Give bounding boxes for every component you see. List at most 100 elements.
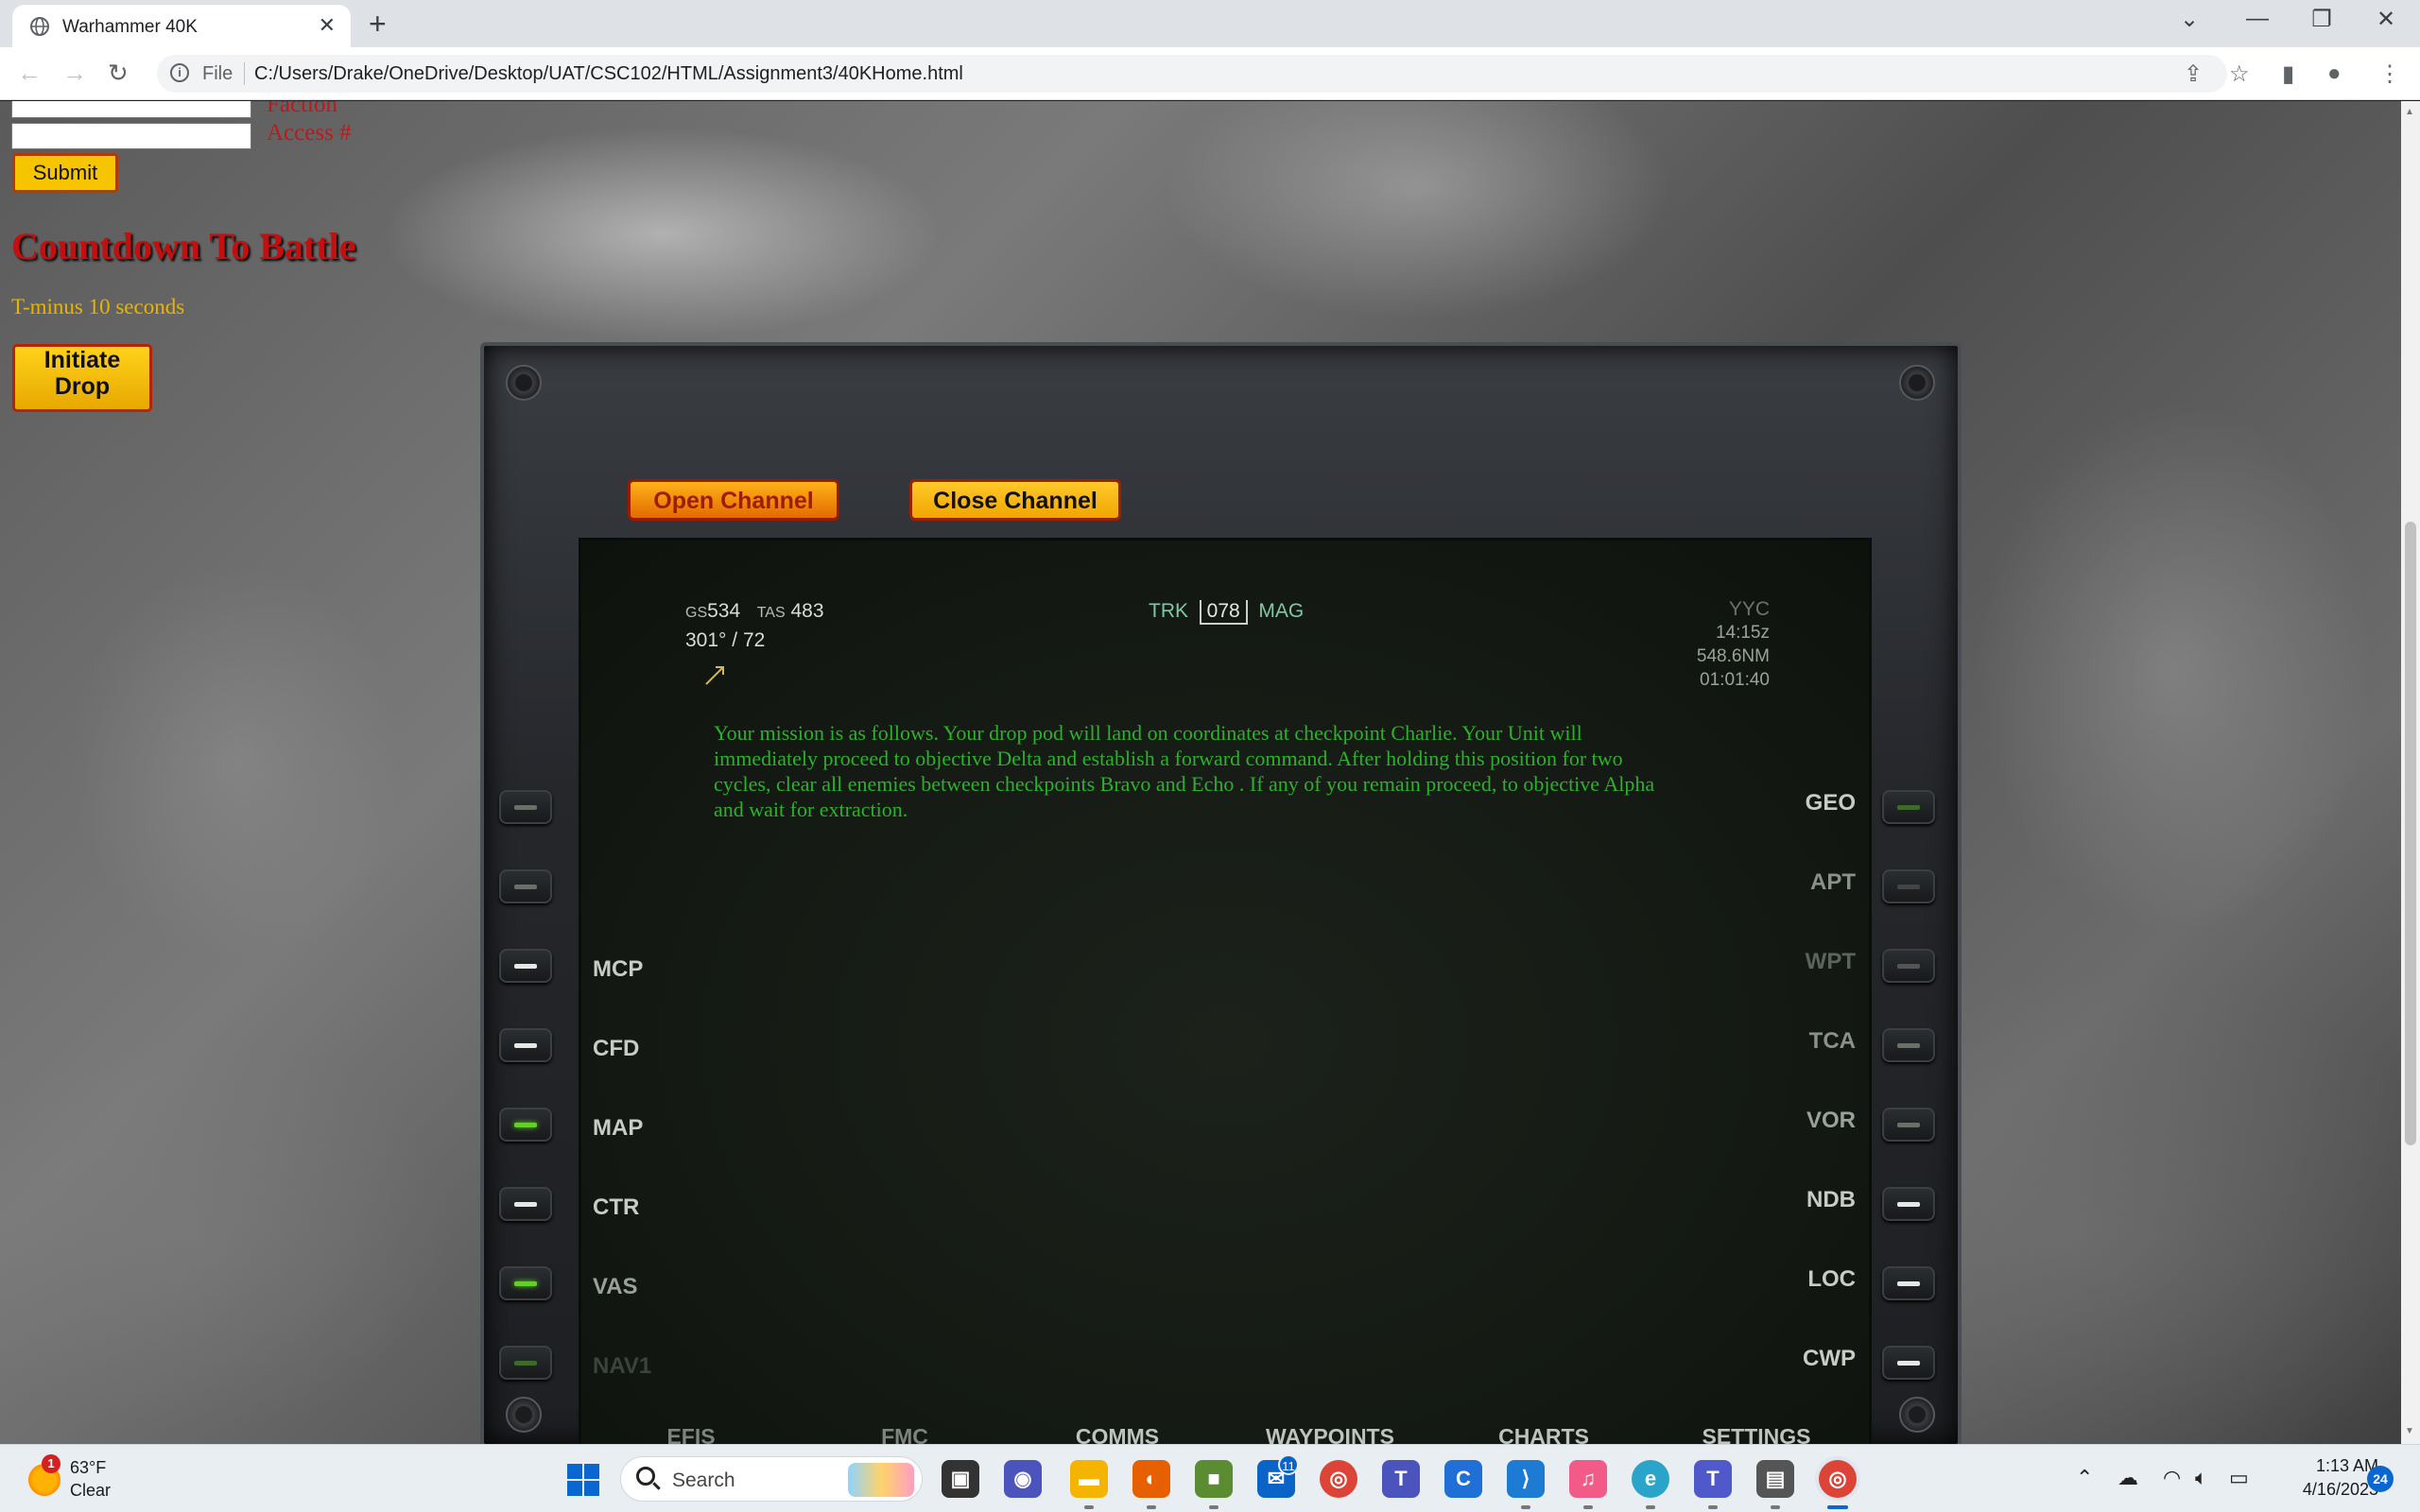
tab-waypoints[interactable]: WAYPOINTS — [1245, 1424, 1415, 1444]
weather-temp[interactable]: 63°F — [70, 1458, 106, 1478]
battery-icon[interactable]: ▭ — [2229, 1466, 2249, 1490]
running-indicator — [1646, 1505, 1655, 1509]
countdown-title: Countdown To Battle — [11, 225, 356, 267]
vertical-scrollbar[interactable]: ▲ ▼ — [2401, 101, 2420, 1444]
task-view-icon[interactable]: ▣ — [942, 1460, 979, 1498]
teams-classic-icon[interactable]: T — [1694, 1460, 1732, 1498]
distance: 548.6NM — [1696, 646, 1770, 666]
teams-icon[interactable]: T — [1382, 1460, 1420, 1498]
address-bar[interactable]: i File C:/Users/Drake/OneDrive/Desktop/U… — [157, 55, 2227, 93]
tab-title: Warhammer 40K — [62, 17, 198, 37]
cortana-icon[interactable]: C — [1444, 1460, 1482, 1498]
countdown-text: T-minus 10 seconds — [11, 295, 185, 318]
mcp-button[interactable] — [499, 949, 552, 983]
info-icon[interactable]: i — [170, 63, 189, 82]
loc-button[interactable] — [1882, 1266, 1935, 1300]
itunes-icon[interactable]: ♫ — [1569, 1460, 1607, 1498]
mission-briefing: Your mission is as follows. Your drop po… — [714, 721, 1655, 821]
screw-icon — [1899, 365, 1935, 401]
url-text[interactable]: C:/Users/Drake/OneDrive/Desktop/UAT/CSC1… — [254, 63, 963, 85]
open-channel-button[interactable]: Open Channel — [628, 479, 839, 521]
initiate-label: Initiate — [43, 347, 121, 373]
faction-input[interactable] — [11, 101, 251, 118]
wifi-icon[interactable]: ◠ — [2163, 1466, 2181, 1490]
display-screen: GS534 TAS 483 301° / 72 TRK 078 MAG YYC … — [579, 538, 1872, 1444]
tab-comms[interactable]: COMMS — [1032, 1424, 1202, 1444]
firefox-icon[interactable]: ◐ — [1132, 1460, 1170, 1498]
screw-icon — [1899, 1397, 1935, 1433]
taskbar-search[interactable]: Search — [620, 1456, 923, 1502]
menu-icon[interactable]: ⋮ — [2378, 60, 2401, 88]
nav1-button[interactable] — [499, 1346, 552, 1380]
edge-icon[interactable]: e — [1632, 1460, 1669, 1498]
label-cwp: CWP — [1803, 1346, 1856, 1371]
label-geo: GEO — [1805, 790, 1856, 816]
destination: YYC — [1728, 598, 1770, 620]
minimize-icon[interactable]: — — [2238, 6, 2276, 32]
mail-badge: 11 — [1278, 1454, 1299, 1475]
profile-icon[interactable]: ● — [2327, 60, 2342, 87]
back-icon[interactable]: ← — [17, 59, 42, 88]
scroll-thumb[interactable] — [2405, 522, 2416, 1145]
initiate-drop-button[interactable]: Initiate Drop — [12, 344, 152, 412]
access-label: Access # — [267, 120, 352, 146]
ete: 01:01:40 — [1700, 670, 1770, 690]
forward-icon[interactable]: → — [62, 59, 87, 88]
track-readout: TRK 078 MAG — [1149, 600, 1304, 625]
cfd-button[interactable] — [499, 1028, 552, 1062]
geo-button[interactable] — [1882, 790, 1935, 824]
screw-icon — [506, 1397, 542, 1433]
submit-button[interactable]: Submit — [12, 153, 118, 193]
reload-icon[interactable]: ↻ — [108, 59, 129, 88]
volume-icon[interactable]: 🔈︎ — [2195, 1466, 2207, 1490]
start-icon[interactable] — [567, 1464, 599, 1496]
close-tab-icon[interactable]: ✕ — [319, 13, 336, 38]
vas-button[interactable] — [499, 1266, 552, 1300]
minecraft-icon[interactable]: ■ — [1195, 1460, 1233, 1498]
map-button[interactable] — [499, 1108, 552, 1142]
file-explorer-icon[interactable]: ▬ — [1070, 1460, 1108, 1498]
share-icon[interactable]: ⇪ — [2184, 60, 2203, 88]
notification-badge[interactable]: 24 — [2367, 1466, 2394, 1492]
teams-chat-icon[interactable]: ◉ — [1004, 1460, 1042, 1498]
tab-settings[interactable]: SETTINGS — [1671, 1424, 1841, 1444]
vscode-icon[interactable]: ⟩ — [1507, 1460, 1545, 1498]
label-wpt: WPT — [1805, 949, 1856, 974]
onedrive-icon[interactable]: ☁ — [2118, 1466, 2138, 1490]
close-channel-button[interactable]: Close Channel — [909, 479, 1121, 521]
running-indicator — [1521, 1505, 1530, 1509]
scroll-down-icon[interactable]: ▼ — [2405, 1426, 2414, 1436]
wpt-button[interactable] — [1882, 949, 1935, 983]
tray-overflow-icon[interactable]: ⌃ — [2076, 1466, 2093, 1490]
left-softkey-1[interactable] — [499, 790, 552, 824]
access-input[interactable] — [11, 123, 251, 149]
wind-readout: 301° / 72 — [685, 629, 766, 651]
restore-icon[interactable]: ❐ — [2303, 6, 2341, 33]
weather-desc[interactable]: Clear — [70, 1481, 111, 1501]
search-icon — [636, 1467, 655, 1486]
chrome-active-icon[interactable]: ◎ — [1819, 1460, 1857, 1498]
bookmark-star-icon[interactable]: ☆ — [2229, 60, 2250, 88]
ctr-button[interactable] — [499, 1187, 552, 1221]
apt-button[interactable] — [1882, 869, 1935, 903]
side-panel-icon[interactable]: ▮ — [2282, 60, 2294, 88]
chrome-icon[interactable]: ◎ — [1320, 1460, 1357, 1498]
tab-charts[interactable]: CHARTS — [1459, 1424, 1629, 1444]
page-viewport: Faction Access # Submit Countdown To Bat… — [0, 101, 2420, 1444]
label-nav1: NAV1 — [593, 1353, 652, 1379]
browser-tab[interactable]: Warhammer 40K ✕ — [12, 5, 351, 47]
tab-efis[interactable]: EFIS — [606, 1424, 776, 1444]
system-clock[interactable]: 1:13 AM 4/16/2023 — [2274, 1454, 2378, 1502]
scroll-up-icon[interactable]: ▲ — [2405, 107, 2414, 117]
left-softkey-2[interactable] — [499, 869, 552, 903]
tab-fmc[interactable]: FMC — [820, 1424, 990, 1444]
vor-button[interactable] — [1882, 1108, 1935, 1142]
close-window-icon[interactable]: ✕ — [2367, 6, 2405, 33]
tca-button[interactable] — [1882, 1028, 1935, 1062]
ndb-button[interactable] — [1882, 1187, 1935, 1221]
notepad-icon[interactable]: ▤ — [1756, 1460, 1794, 1498]
tab-search-icon[interactable]: ⌄ — [2170, 6, 2208, 33]
url-scheme: File — [202, 63, 233, 84]
cwp-button[interactable] — [1882, 1346, 1935, 1380]
new-tab-icon[interactable]: + — [369, 7, 387, 42]
